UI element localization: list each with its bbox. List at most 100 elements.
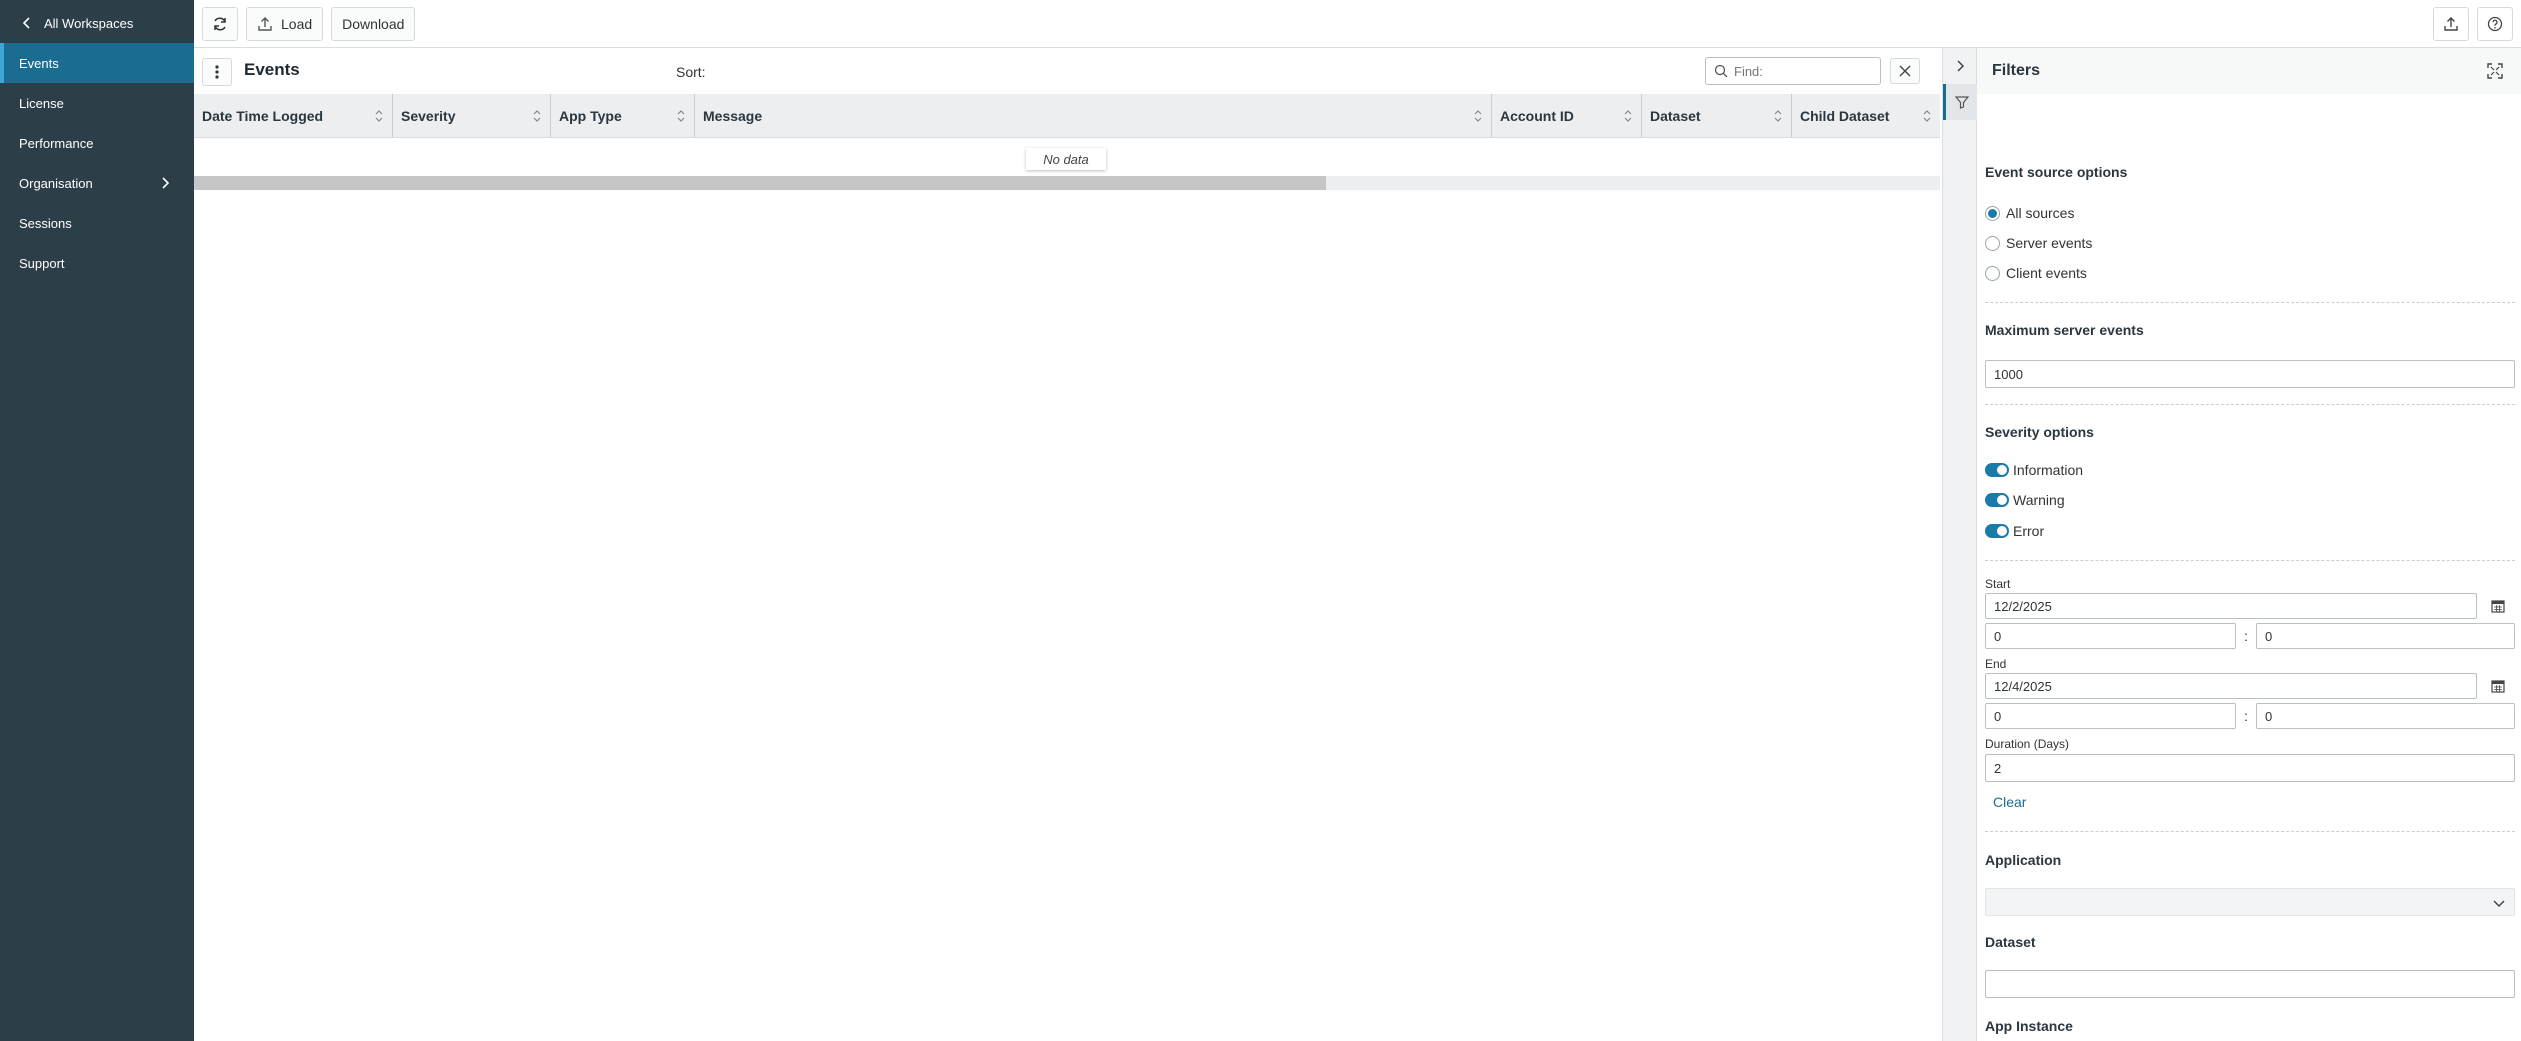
application-title: Application: [1985, 852, 2062, 868]
start-label: Start: [1985, 577, 2011, 591]
load-button[interactable]: Load: [246, 6, 324, 41]
toolbar-right-group: [2433, 7, 2521, 41]
nav-item-events[interactable]: Events: [0, 43, 194, 83]
top-toolbar: Load Download: [194, 0, 2521, 48]
download-button[interactable]: Download: [331, 6, 416, 41]
filters-header: Filters: [1977, 48, 2521, 94]
radio-button[interactable]: [1985, 235, 2000, 251]
clear-dates-link[interactable]: Clear: [1993, 794, 2026, 810]
end-date-input[interactable]: [1985, 673, 2477, 699]
radio-label: Server events: [2006, 235, 2093, 251]
refresh-icon: [214, 16, 226, 31]
refresh-button[interactable]: [202, 6, 238, 41]
duration-input[interactable]: [1985, 754, 2515, 782]
start-calendar-button[interactable]: [2483, 593, 2513, 619]
end-hour-input[interactable]: [1985, 703, 2236, 729]
nav-item-organisation[interactable]: Organisation: [0, 163, 194, 203]
grid-menu-button[interactable]: [202, 58, 232, 86]
toggle-error[interactable]: Error: [1985, 516, 2044, 546]
chevron-right-icon: [1957, 60, 1965, 72]
clear-find-button[interactable]: [1890, 58, 1920, 84]
section-divider: [1985, 560, 2515, 561]
kebab-menu-icon: [215, 65, 219, 79]
radio-button[interactable]: [1985, 205, 2000, 221]
toggle-information[interactable]: Information: [1985, 455, 2083, 485]
radio-server-events[interactable]: Server events: [1985, 228, 2092, 258]
application-select[interactable]: [1985, 888, 2515, 916]
toggle-switch[interactable]: [1985, 493, 2009, 507]
section-divider: [1985, 831, 2515, 832]
scrollbar-thumb[interactable]: [194, 176, 1326, 190]
section-divider: [1985, 302, 2515, 303]
app-instance-title: App Instance: [1985, 1018, 2073, 1034]
nav-item-sessions[interactable]: Sessions: [0, 203, 194, 243]
all-workspaces-label: All Workspaces: [44, 15, 134, 31]
column-header-label: Dataset: [1650, 108, 1701, 124]
column-header-app-type[interactable]: App Type: [551, 94, 695, 138]
toggle-switch[interactable]: [1985, 524, 2009, 538]
column-header-message[interactable]: Message: [695, 94, 1492, 138]
radio-all-sources[interactable]: All sources: [1985, 198, 2074, 228]
nav-item-support[interactable]: Support: [0, 243, 194, 283]
expand-panel-button[interactable]: [2481, 58, 2509, 84]
nav-item-label: Support: [19, 255, 65, 271]
nav-item-label: License: [19, 95, 64, 111]
events-grid-panel: Events Sort: Date Time Logged Severity A…: [194, 48, 1942, 1041]
severity-options-title: Severity options: [1985, 424, 2094, 440]
sort-arrows-icon: [375, 110, 383, 122]
dataset-input[interactable]: [1985, 970, 2515, 998]
nav-item-performance[interactable]: Performance: [0, 123, 194, 163]
help-icon: [2487, 16, 2503, 32]
expand-icon: [2487, 63, 2503, 79]
horizontal-scrollbar[interactable]: [194, 176, 1940, 190]
find-input[interactable]: [1734, 63, 1864, 79]
end-time-row: :: [1985, 703, 2515, 729]
radio-label: Client events: [2006, 265, 2087, 281]
column-header-label: Message: [703, 108, 763, 124]
column-header-severity[interactable]: Severity: [393, 94, 551, 138]
section-divider: [1985, 404, 2515, 405]
max-server-events-input[interactable]: [1985, 360, 2515, 388]
start-minute-input[interactable]: [2256, 623, 2515, 649]
sort-arrows-icon: [1624, 110, 1632, 122]
end-minute-input[interactable]: [2256, 703, 2515, 729]
export-button[interactable]: [2433, 7, 2469, 41]
nav-item-license[interactable]: License: [0, 83, 194, 123]
radio-label: All sources: [2006, 205, 2075, 221]
no-data-message: No data: [1026, 148, 1106, 170]
time-separator: :: [2244, 708, 2248, 724]
end-date-row: [1985, 673, 2513, 699]
chevron-down-icon: [2493, 900, 2505, 908]
radio-button[interactable]: [1985, 265, 2000, 281]
download-label: Download: [342, 15, 405, 32]
column-header-child-dataset[interactable]: Child Dataset: [1792, 94, 1940, 138]
toggle-warning[interactable]: Warning: [1985, 485, 2065, 515]
radio-client-events[interactable]: Client events: [1985, 258, 2087, 288]
filter-icon: [1954, 96, 1969, 109]
collapse-panel-button[interactable]: [1943, 48, 1977, 84]
toggle-switch[interactable]: [1985, 463, 2009, 477]
chevron-left-icon: [22, 17, 30, 29]
help-button[interactable]: [2477, 7, 2513, 41]
find-field[interactable]: [1705, 57, 1881, 85]
end-calendar-button[interactable]: [2483, 673, 2513, 699]
sort-arrows-icon: [533, 110, 541, 122]
left-nav: All Workspaces Events License Performanc…: [0, 0, 194, 1041]
calendar-icon: [2491, 680, 2505, 693]
filters-tab-button[interactable]: [1943, 84, 1977, 120]
sort-arrows-icon: [677, 110, 685, 122]
start-time-row: :: [1985, 623, 2515, 649]
column-header-account-id[interactable]: Account ID: [1492, 94, 1642, 138]
calendar-icon: [2491, 600, 2505, 613]
end-label: End: [1985, 657, 2007, 671]
export-icon: [2444, 17, 2458, 31]
close-icon: [1899, 65, 1911, 77]
start-hour-input[interactable]: [1985, 623, 2236, 649]
column-header-dataset[interactable]: Dataset: [1642, 94, 1792, 138]
column-header-date-time-logged[interactable]: Date Time Logged: [194, 94, 393, 138]
start-date-input[interactable]: [1985, 593, 2477, 619]
duration-label: Duration (Days): [1985, 737, 2070, 751]
all-workspaces-link[interactable]: All Workspaces: [0, 0, 194, 46]
nav-item-label: Sessions: [19, 215, 72, 231]
load-label: Load: [281, 15, 313, 32]
